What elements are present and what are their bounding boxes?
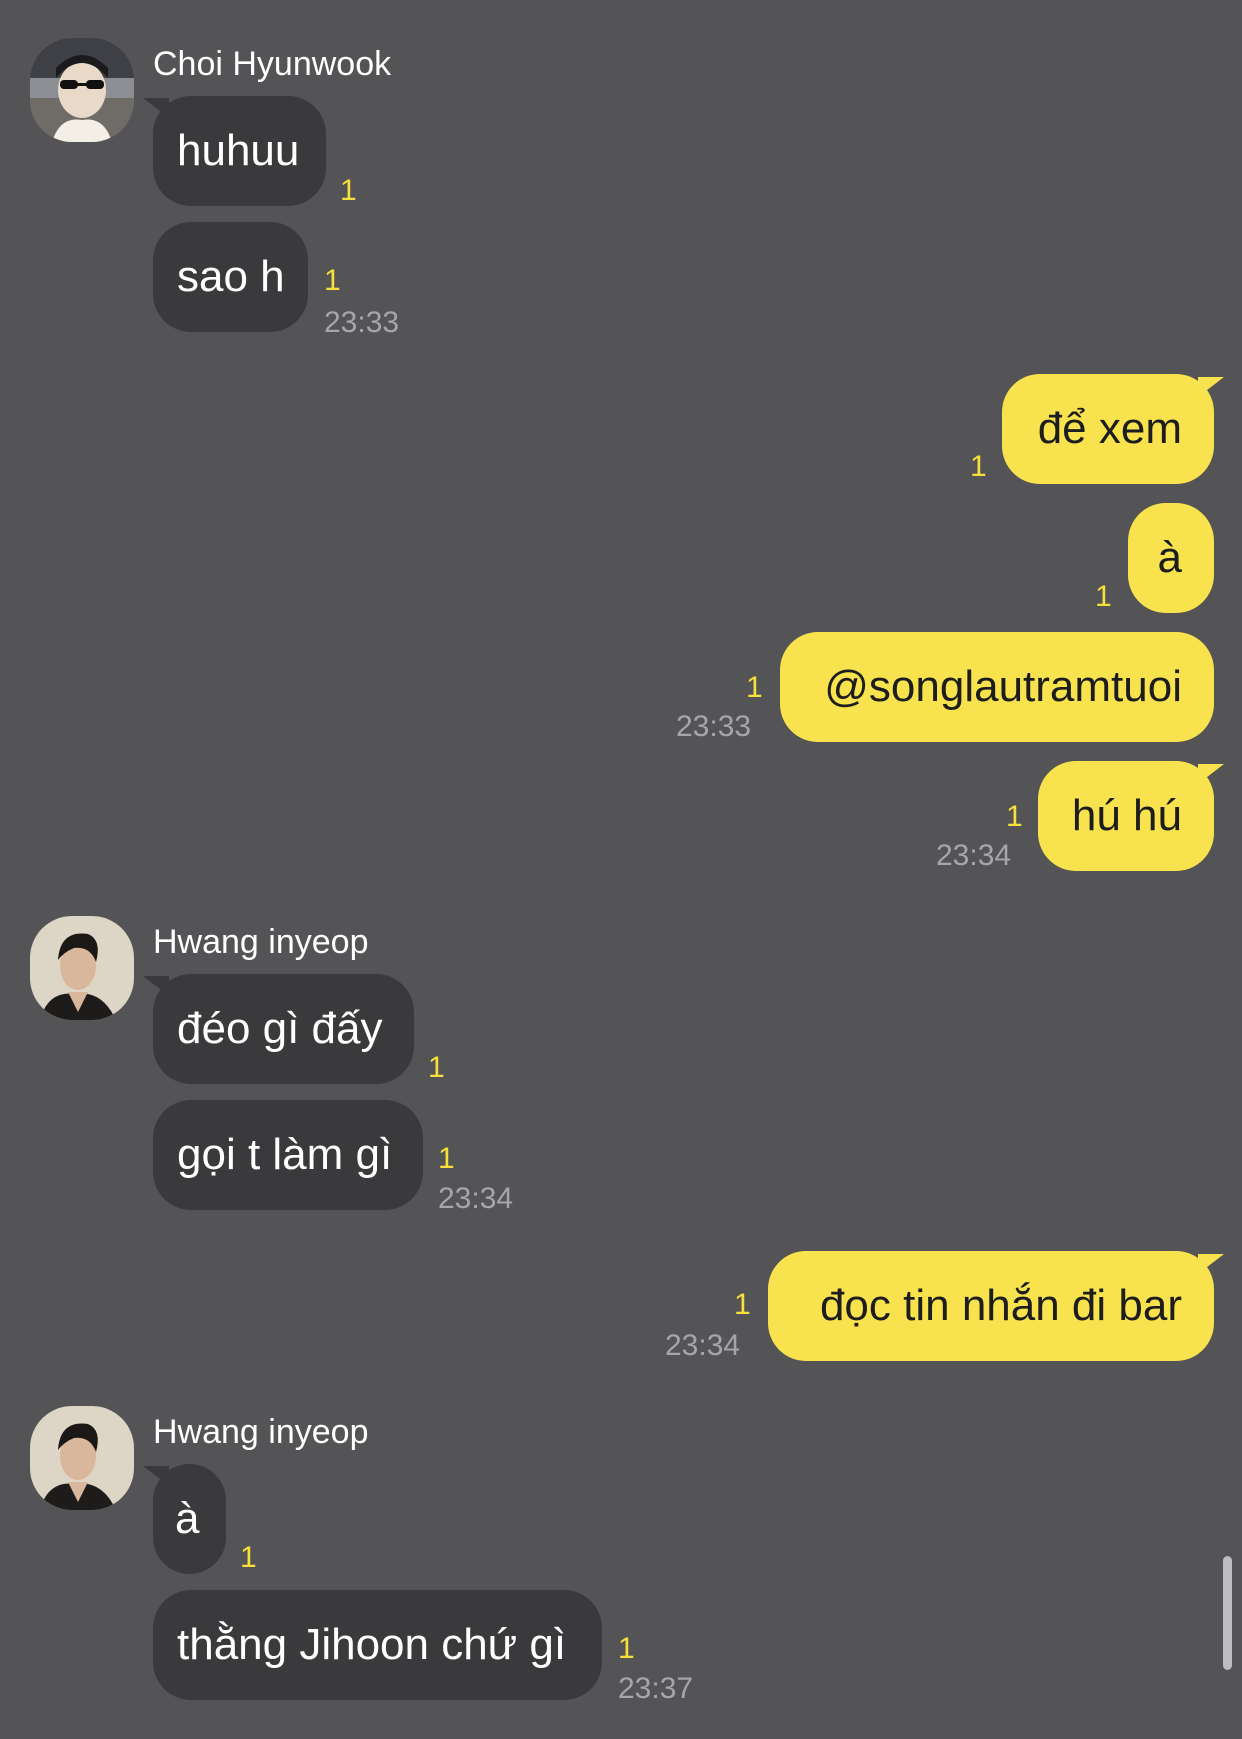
unread-count: 1 [1006,800,1023,833]
avatar-photo-profile-icon [30,916,134,1020]
message-bubble[interactable]: hú hú [1038,761,1214,871]
message-bubble[interactable]: à [1128,503,1214,613]
unread-count: 1 [438,1142,455,1175]
message-bubble[interactable]: gọi t làm gì [153,1100,423,1210]
message-bubble[interactable]: à [153,1464,226,1574]
avatar-hwang-inyeop[interactable] [30,1406,134,1510]
message-time: 23:33 [324,306,400,339]
sender-name: Choi Hyunwook [153,45,392,83]
message-bubble[interactable]: huhuu [153,96,326,206]
unread-count: 1 [340,174,357,207]
message-time: 23:33 [676,710,752,743]
message-bubble[interactable]: để xem [1002,374,1214,484]
unread-count: 1 [618,1632,635,1665]
message-bubble[interactable]: @songlautramtuoi [780,632,1214,742]
message-bubble[interactable]: đọc tin nhắn đi bar [768,1251,1214,1361]
avatar-hwang-inyeop[interactable] [30,916,134,1020]
avatar-photo-sunglasses-icon [30,38,134,142]
message-time: 23:34 [438,1182,514,1215]
message-bubble[interactable]: thằng Jihoon chứ gì [153,1590,602,1700]
message-time: 23:34 [936,839,1012,872]
unread-count: 1 [970,450,987,483]
unread-count: 1 [734,1288,751,1321]
sender-name: Hwang inyeop [153,1413,369,1451]
avatar-photo-profile-icon [30,1406,134,1510]
unread-count: 1 [1095,580,1112,613]
message-time: 23:37 [618,1672,694,1705]
unread-count: 1 [324,264,341,297]
message-bubble[interactable]: sao h [153,222,308,332]
unread-count: 1 [240,1541,257,1574]
scrollbar[interactable] [1223,1556,1232,1670]
unread-count: 1 [746,671,763,704]
chat-message-list[interactable]: Choi Hyunwook huhuu 1 sao h 1 23:33 để x… [0,0,1242,1739]
sender-name: Hwang inyeop [153,923,369,961]
message-time: 23:34 [665,1329,741,1362]
unread-count: 1 [428,1051,445,1084]
message-bubble[interactable]: đéo gì đấy [153,974,414,1084]
avatar-choi-hyunwook[interactable] [30,38,134,142]
